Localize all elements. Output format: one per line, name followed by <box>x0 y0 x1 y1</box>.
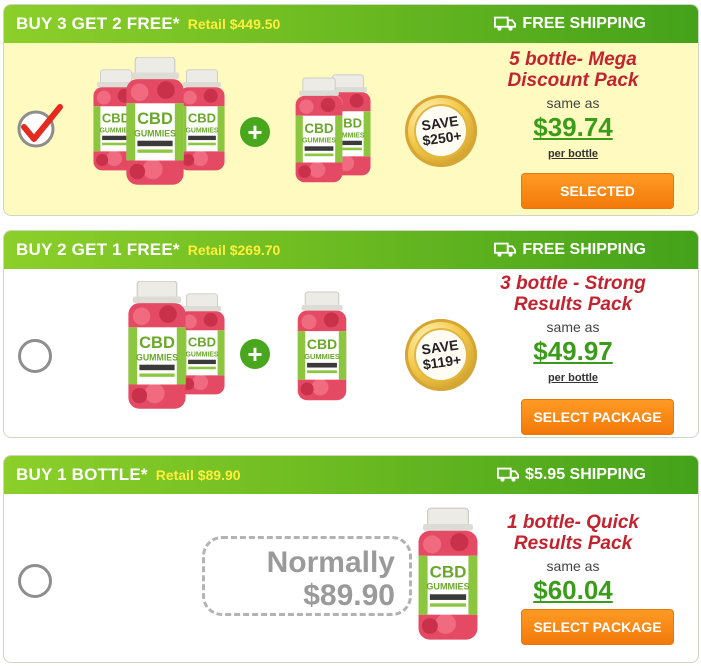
per-bottle-label: per bottle <box>547 148 599 160</box>
same-as-label: same as <box>546 319 600 335</box>
package-header: BUY 1 BOTTLE* Retail $89.90 $5.95 SHIPPI… <box>4 456 698 494</box>
retail-price: Retail $449.50 <box>187 16 281 32</box>
save-badge: SAVE $119+ <box>405 319 477 391</box>
normally-price-box: Normally $89.90 <box>202 536 412 616</box>
retail-price: Retail $269.70 <box>187 242 281 258</box>
select-package-button[interactable]: SELECT PACKAGE <box>521 399 674 435</box>
plus-icon: + <box>240 117 270 147</box>
radio-empty-icon[interactable] <box>18 339 52 373</box>
package-title: BUY 3 GET 2 FREE* <box>16 14 180 33</box>
package-name-line1: 5 bottle- Mega <box>509 49 637 70</box>
normally-price: $89.90 <box>303 579 395 612</box>
bottle-image <box>294 291 350 403</box>
package-name-line1: 1 bottle- Quick <box>507 512 639 533</box>
package-header: BUY 3 GET 2 FREE* Retail $449.50 FREE SH… <box>4 5 698 43</box>
checkmark-icon[interactable] <box>14 101 66 153</box>
shipping-label: FREE SHIPPING <box>494 15 646 33</box>
bottle-image <box>292 77 346 185</box>
free-bottles-image <box>294 291 350 405</box>
truck-icon <box>494 242 516 258</box>
product-bottles-image <box>124 281 228 411</box>
package-name-line2: Results Pack <box>513 294 633 315</box>
shipping-text: FREE SHIPPING <box>522 15 646 32</box>
save-badge: SAVE $250+ <box>405 95 477 167</box>
package-card-3-bottles[interactable]: BUY 2 GET 1 FREE* Retail $269.70 FREE SH… <box>3 230 699 438</box>
selected-button[interactable]: SELECTED <box>521 173 674 209</box>
shipping-text: FREE SHIPPING <box>522 241 646 258</box>
package-info: 5 bottle- Mega Discount Pack same as $39… <box>488 49 658 160</box>
product-bottles-image <box>414 506 482 646</box>
radio-empty-icon[interactable] <box>18 564 52 598</box>
shipping-text: $5.95 SHIPPING <box>525 466 646 483</box>
select-package-button[interactable]: SELECT PACKAGE <box>521 609 674 645</box>
per-bottle-price: $49.97 <box>533 336 613 366</box>
plus-icon: + <box>240 339 270 369</box>
retail-price: Retail $89.90 <box>155 467 241 483</box>
bottle-image <box>124 281 190 411</box>
truck-icon <box>494 16 516 32</box>
per-bottle-price: $39.74 <box>533 112 613 142</box>
per-bottle-label: per bottle <box>547 372 599 384</box>
package-info: 3 bottle - Strong Results Pack same as $… <box>488 273 658 384</box>
package-title: BUY 1 BOTTLE* <box>16 465 148 484</box>
normally-label: Normally <box>266 546 395 579</box>
bottle-image <box>122 57 188 187</box>
package-title: BUY 2 GET 1 FREE* <box>16 240 180 259</box>
package-info: 1 bottle- Quick Results Pack same as $60… <box>488 512 658 605</box>
bottle-image <box>414 506 482 644</box>
free-bottles-image <box>292 69 376 183</box>
shipping-label: FREE SHIPPING <box>494 241 646 259</box>
same-as-label: same as <box>546 95 600 111</box>
package-name-line2: Discount Pack <box>507 70 639 91</box>
package-header: BUY 2 GET 1 FREE* Retail $269.70 FREE SH… <box>4 231 698 269</box>
same-as-label: same as <box>546 558 600 574</box>
product-bottles-image <box>90 57 228 187</box>
truck-icon <box>497 467 519 483</box>
shipping-label: $5.95 SHIPPING <box>497 466 646 484</box>
package-card-5-bottles[interactable]: BUY 3 GET 2 FREE* Retail $449.50 FREE SH… <box>3 4 699 216</box>
package-card-1-bottle[interactable]: BUY 1 BOTTLE* Retail $89.90 $5.95 SHIPPI… <box>3 455 699 663</box>
package-name-line2: Results Pack <box>513 533 633 554</box>
package-name-line1: 3 bottle - Strong <box>500 273 646 294</box>
per-bottle-price: $60.04 <box>533 575 613 605</box>
